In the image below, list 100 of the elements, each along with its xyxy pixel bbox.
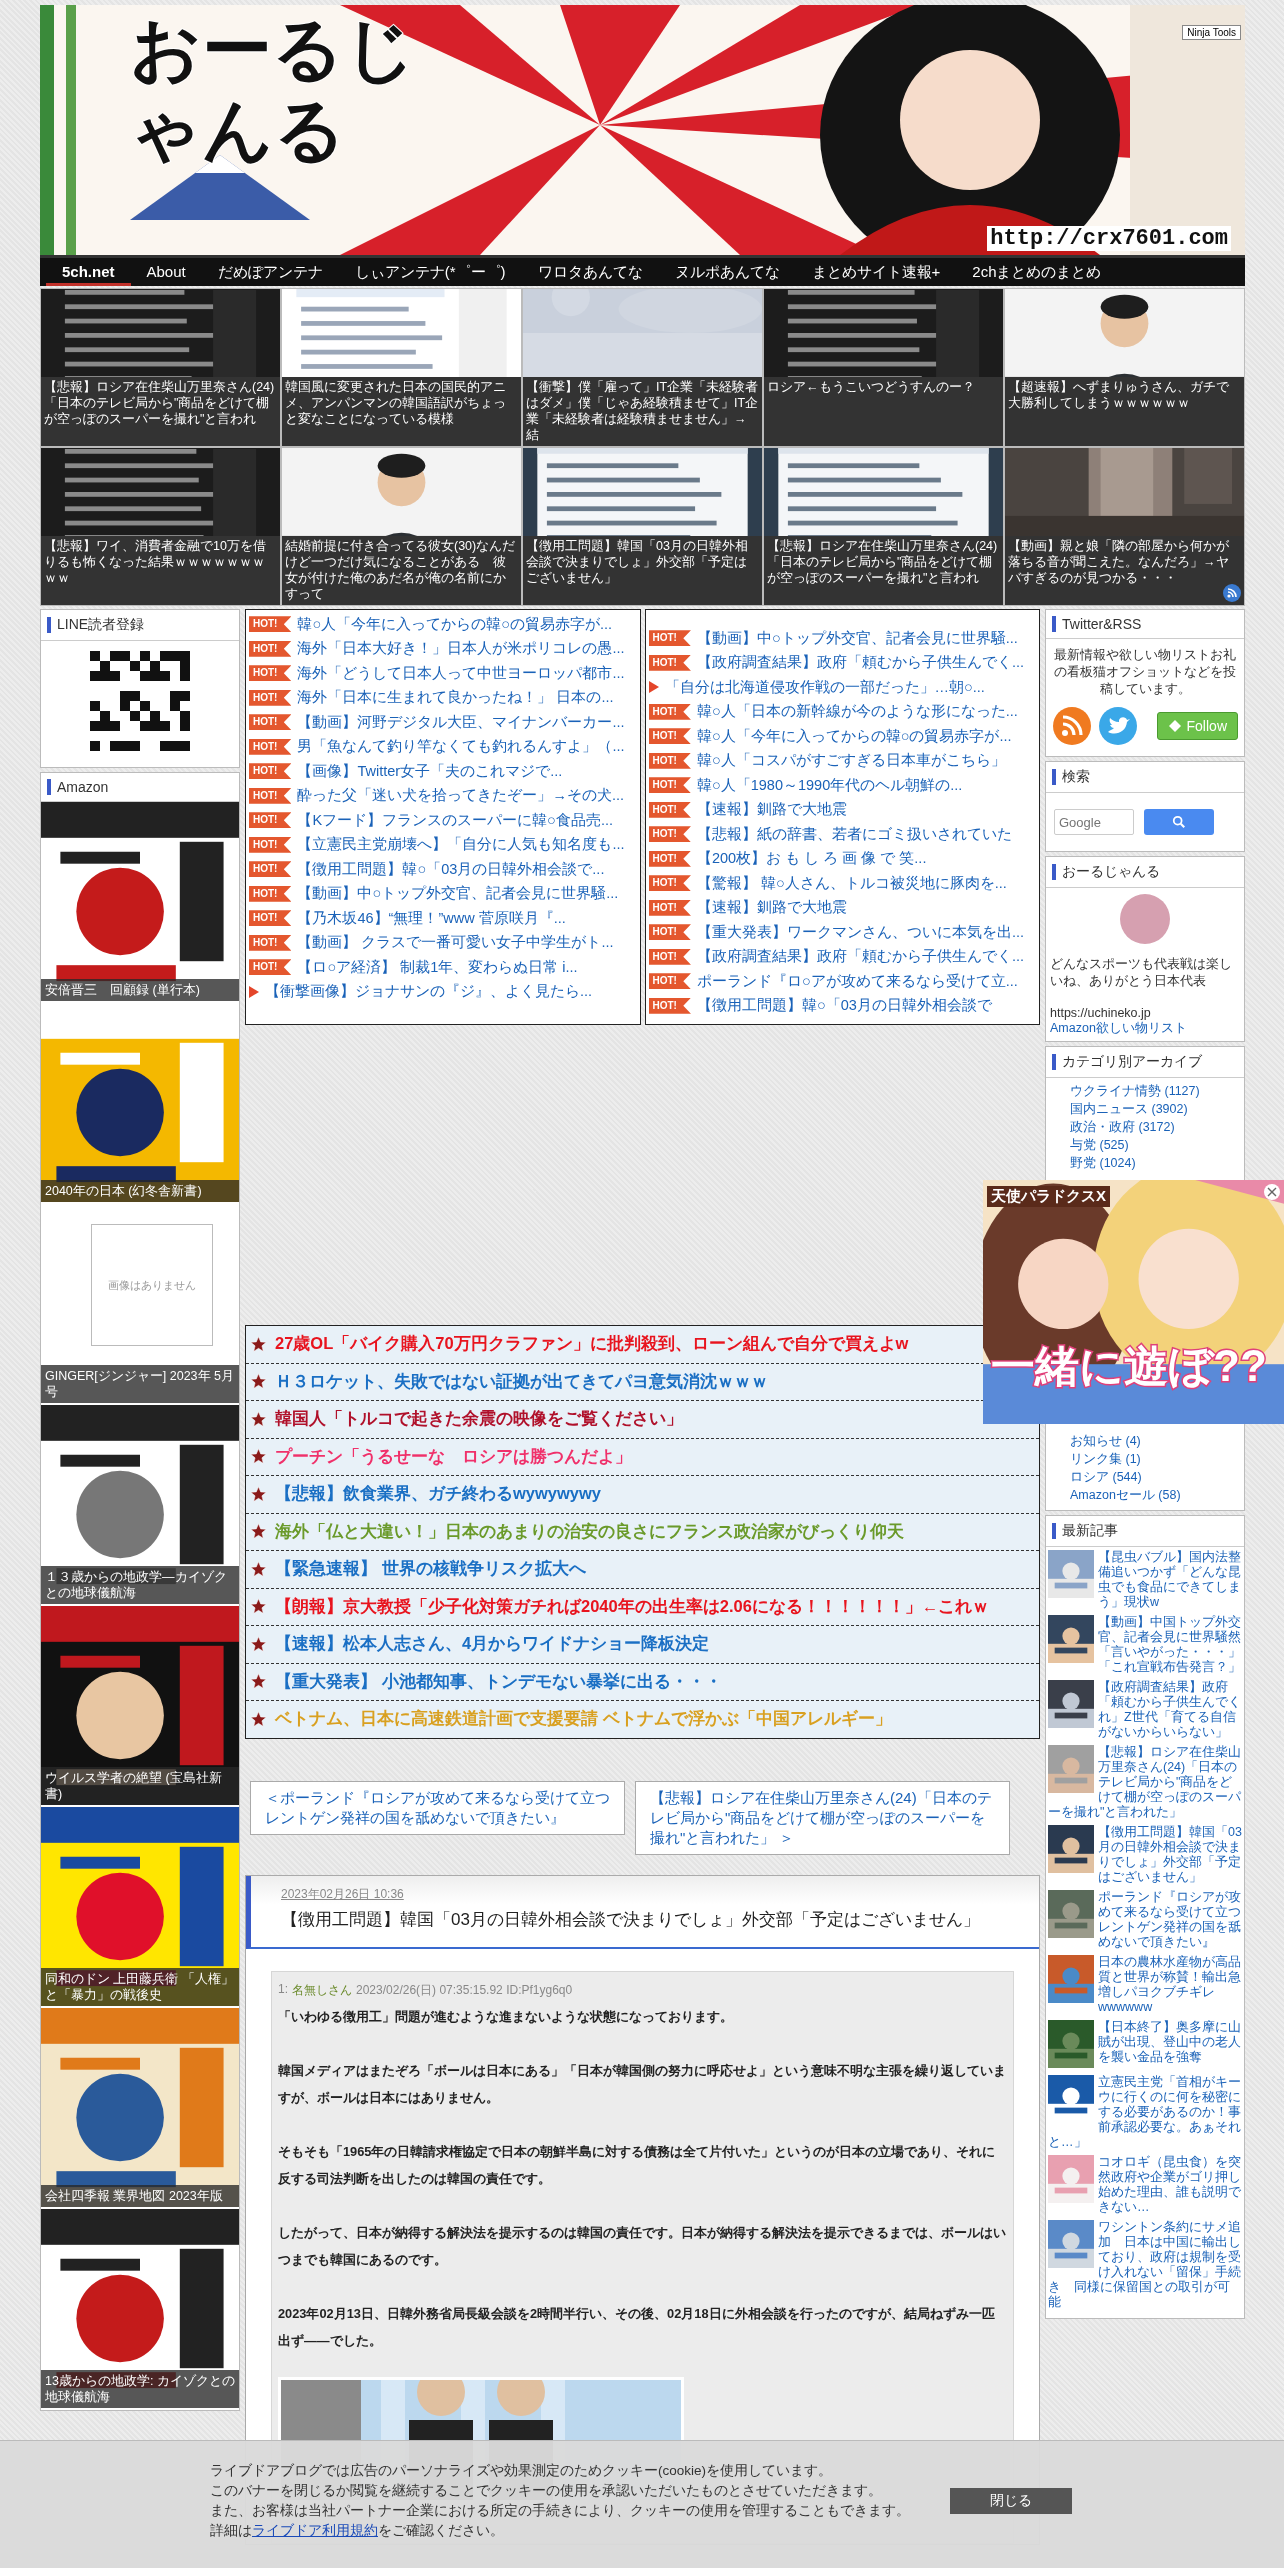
hot-badge: HOT! bbox=[648, 948, 691, 965]
hot-badge: HOT! bbox=[249, 934, 292, 951]
article-link[interactable]: 韓○人「1980～1990年代のヘル朝鮮の... bbox=[696, 775, 963, 795]
article-link[interactable]: 【徴用工問題】韓○「03月の日韓外相会談で bbox=[696, 996, 992, 1016]
nav-tab[interactable]: ワロタあんてな bbox=[521, 258, 659, 286]
article-link[interactable]: 立憲民主党「首相がキーウに行くのに何を秘密にする必要があるのか！事前承認必要な。あぁそれと…」 bbox=[1048, 2075, 1242, 2150]
article-link[interactable]: 【衝撃画像】ジョナサンの『ジ』、よく見たら... bbox=[265, 982, 593, 1002]
headline-link[interactable]: 【緊急速報】 世界の核戦争リスク拡大へ bbox=[275, 1558, 586, 1581]
article-link[interactable]: 海外「どうして日本人って中世ヨーロッパ都市... bbox=[297, 663, 625, 683]
hot-badge: HOT! bbox=[249, 738, 292, 755]
search-field[interactable]: Google bbox=[1054, 809, 1134, 835]
category-link[interactable]: ロシア (544) bbox=[1070, 1468, 1244, 1486]
article-link[interactable]: 【悲報】ロシア在住柴山万里奈さん(24)「日本のテレビ局から"商品をどけて棚が空っぽのスーパーを撮れ"と言われた」 bbox=[1048, 1745, 1242, 1820]
article-link[interactable]: 【動画】中国トップ外交官、記者会見に世界騒然「言いやがった・・・」「これ宣戦布告発言？」 bbox=[1048, 1615, 1242, 1675]
avatar bbox=[1120, 894, 1170, 944]
headline-link[interactable]: 韓国人「トルコで起きた余震の映像をご覧ください」 bbox=[275, 1408, 683, 1431]
hot-badge: HOT! bbox=[249, 910, 292, 927]
article-link[interactable]: ワシントン条約にサメ追加 日本は中国に輸出しており、政府は規制を受け入れない「留保」手続き 同様に保留国との取引が可能 bbox=[1048, 2220, 1242, 2310]
article-link[interactable]: 【動画】 クラスで一番可愛い女子中学生がト... bbox=[297, 933, 614, 953]
category-link[interactable]: Amazonセール (58) bbox=[1070, 1486, 1244, 1504]
hot-badge: HOT! bbox=[648, 826, 691, 843]
article-link[interactable]: 【200枚】お も し ろ 画 像 で 笑... bbox=[696, 849, 927, 869]
nav-tab[interactable]: だめぽアンテナ bbox=[201, 258, 339, 286]
bird-icon[interactable] bbox=[1098, 706, 1138, 746]
search-button[interactable] bbox=[1144, 809, 1214, 835]
book-title-link[interactable]: GINGER[ジンジャー] 2023年 5月号 bbox=[41, 1365, 239, 1403]
article-link[interactable]: ポーランド『ロシアが攻めて来るなら受けて立つレントゲン発祥の国を舐めないで頂きたい』 bbox=[1048, 1890, 1242, 1950]
book-title-link[interactable]: 安倍晋三 回顧録 (単行本) bbox=[41, 979, 239, 1001]
article-link[interactable]: 【乃木坂46】“無理！”www 菅原咲月『... bbox=[297, 908, 566, 928]
book-title-link[interactable]: 会社四季報 業界地図 2023年版 bbox=[41, 2185, 239, 2207]
article-link[interactable]: 海外「日本に生まれて良かったね！」 日本の... bbox=[297, 688, 614, 708]
article-link[interactable]: 【速報】釧路で大地震 bbox=[696, 898, 847, 918]
article-link[interactable]: 酔った父「迷い犬を拾ってきたぞー」→その犬... bbox=[297, 786, 625, 806]
post-paragraph: そもそも「1965年の日韓請求権協定で日本の朝鮮半島に対する債務は全て片付いた」というのが日本の立場であり、それに反する司法判断を出したのは韓国の責任です。 bbox=[278, 2142, 997, 2188]
star-icon bbox=[250, 1373, 267, 1391]
hot-badge: HOT! bbox=[249, 714, 292, 731]
headline-link[interactable]: Ｈ３ロケット、失敗ではない証拠が出てきてパヨ意気消沈ｗｗｗ bbox=[275, 1370, 768, 1393]
article-link[interactable]: 韓○人「コスパがすごすぎる日本車がこちら」 bbox=[696, 751, 1006, 771]
close-icon[interactable] bbox=[1264, 1184, 1280, 1200]
article-link[interactable]: 【動画】中○トップ外交官、記者会見に世界騒... bbox=[297, 884, 619, 904]
category-link[interactable]: ウクライナ情勢 (1127) bbox=[1070, 1082, 1244, 1100]
category-link[interactable]: 野党 (1024) bbox=[1070, 1154, 1244, 1172]
rss-icon[interactable] bbox=[1223, 584, 1241, 602]
terms-link[interactable]: ライブドア利用規約 bbox=[252, 2523, 378, 2538]
article-link[interactable]: 【動画】河野デジタル大臣、マイナンバーカー... bbox=[297, 712, 625, 732]
article-link[interactable]: 【政府調査結果】政府「頼むから子供生んでく... bbox=[696, 653, 1025, 673]
article-link[interactable]: 【徴用工問題】韓国「03月の日韓外相会談で決まりでしょ」外交部「予定はございません」 bbox=[1048, 1825, 1242, 1885]
nav-tab[interactable]: まとめサイト速報+ bbox=[795, 258, 957, 286]
article-link[interactable]: 【重大発表】ワークマンさん、ついに本気を出... bbox=[696, 922, 1025, 942]
article-link[interactable]: 【昆虫バブル】国内法整備追いつかず「どんな昆虫でも食品にできてしまう」現状w bbox=[1048, 1550, 1242, 1610]
article-link[interactable]: 【政府調査結果】政府「頼むから子供生んでくれ」Z世代「育てる自信がないからいらない」 bbox=[1048, 1680, 1242, 1740]
book-title-link[interactable]: 2040年の日本 (幻冬舎新書) bbox=[41, 1180, 239, 1202]
headline-link[interactable]: 27歳OL「バイク購入70万円クラファン」に批判殺到、ローン組んで自分で買えよw bbox=[275, 1333, 909, 1356]
hot-badge: HOT! bbox=[249, 836, 292, 853]
book-title-link[interactable]: 同和のドン 上田藤兵衛 「人権」と「暴力」の戦後史 bbox=[41, 1968, 239, 2006]
book-title-link[interactable]: ウイルス学者の絶望 (宝島社新書) bbox=[41, 1767, 239, 1805]
category-link[interactable]: お知らせ (4) bbox=[1070, 1432, 1244, 1450]
article-link[interactable]: 【画像】Twitter女子「夫のこれマジで... bbox=[297, 761, 563, 781]
article-link[interactable]: 「自分は北海道侵攻作戦の一部だった」…朝○... bbox=[664, 677, 985, 697]
headline-link[interactable]: プーチン「うるせーな ロシアは勝つんだよ」 bbox=[275, 1445, 632, 1468]
category-link[interactable]: 与党 (525) bbox=[1070, 1136, 1244, 1154]
article-link[interactable]: 【立憲民主党崩壊へ】「自分に人気も知名度も... bbox=[297, 835, 625, 855]
article-link[interactable]: 韓○人「今年に入ってからの韓○の貿易赤字が... bbox=[696, 726, 1012, 746]
nav-tab[interactable]: 2chまとめのまとめ bbox=[956, 258, 1118, 286]
book-title-link[interactable]: 13歳からの地政学: カイゾクとの地球儀航海 bbox=[41, 2370, 239, 2408]
article-link[interactable]: 【ロ○ア経済】 制裁1年、変わらぬ日常 i... bbox=[297, 957, 578, 977]
article-link[interactable]: 【政府調査結果】政府「頼むから子供生んでく... bbox=[696, 947, 1025, 967]
close-button[interactable]: 閉じる bbox=[950, 2488, 1072, 2514]
headline-link[interactable]: 【悲報】飲食業界、ガチ終わるwywywywy bbox=[275, 1483, 602, 1506]
hot-badge: HOT! bbox=[648, 801, 691, 818]
article-link[interactable]: 【徴用工問題】韓○「03月の日韓外相会談で... bbox=[297, 859, 605, 879]
article-link[interactable]: 【悲報】紙の辞書、若者にゴミ扱いされていた bbox=[696, 824, 1012, 844]
nav-tab[interactable]: About bbox=[130, 258, 202, 286]
article-link[interactable]: 韓○人「今年に入ってからの韓○の貿易赤字が... bbox=[297, 614, 613, 634]
article-link[interactable]: 日本の農林水産物が高品質と世界が称賛！輸出急増しパヨクブチギレwwwwww bbox=[1048, 1955, 1242, 2015]
article-link[interactable]: 【驚報】 韓○人さん、トルコ被災地に豚肉を... bbox=[696, 873, 1007, 893]
article-link[interactable]: 海外「日本大好き！」日本人が米ポリコレの愚... bbox=[297, 639, 625, 659]
nav-tab[interactable]: しぃアンテナ(*゜ー゜) bbox=[338, 258, 522, 286]
headline-link[interactable]: 【朗報】京大教授「少子化対策ガチれば2040年の出生率は2.06になる！！！！！！」←これｗ bbox=[275, 1595, 990, 1618]
category-link[interactable]: 国内ニュース (3902) bbox=[1070, 1100, 1244, 1118]
article-link[interactable]: 【Kフード】フランスのスーパーに韓○食品売... bbox=[297, 810, 613, 830]
section-heading: おーるじゃんる bbox=[1046, 857, 1244, 888]
ninja-tools-badge[interactable]: Ninja Tools bbox=[1182, 25, 1241, 40]
book-title-link[interactable]: １３歳からの地政学―カイゾクとの地球儀航海 bbox=[41, 1566, 239, 1604]
star-icon bbox=[250, 1410, 267, 1428]
headline-link[interactable]: 【重大発表】 小池都知事、トンデモない暴挙に出る・・・ bbox=[275, 1670, 722, 1693]
previous-article-link[interactable]: ＜ポーランド『ロシアが攻めて来るなら受けて立つレントゲン発祥の国を舐めないで頂きたい』 bbox=[250, 1780, 625, 1835]
article-link[interactable]: 【速報】釧路で大地震 bbox=[696, 800, 847, 820]
next-article-link[interactable]: 【悲報】ロシア在住柴山万里奈さん(24)「日本のテレビ局から"商品をどけて棚が空っぽのスーパーを撮れ"と言われた」 ＞ bbox=[635, 1780, 1010, 1855]
headline-link[interactable]: 【速報】松本人志さん、4月からワイドナショー降板決定 bbox=[275, 1633, 710, 1656]
article-link[interactable]: コオロギ（昆虫食）を突然政府や企業がゴリ押し始めた理由、誰も説明できない… bbox=[1048, 2155, 1242, 2215]
article-link[interactable]: 【動画】中○トップ外交官、記者会見に世界騒... bbox=[696, 628, 1018, 648]
category-link[interactable]: 政治・政府 (3172) bbox=[1070, 1118, 1244, 1136]
category-link[interactable]: リンク集 (1) bbox=[1070, 1450, 1244, 1468]
wishlist-link[interactable]: Amazon欲しい物リスト bbox=[1046, 1020, 1244, 1041]
article-link[interactable]: 【日本終了】奥多摩に山賊が出現、登山中の老人を襲い金品を強奪 bbox=[1048, 2020, 1242, 2065]
article-link[interactable]: 韓○人「日本の新幹線が今のような形になった... bbox=[696, 702, 1018, 722]
article-link[interactable]: ポーランド『ロ○アが攻めて来るなら受けて立... bbox=[696, 971, 1018, 991]
nav-tab[interactable]: ヌルポあんてな bbox=[658, 258, 796, 286]
article-link[interactable]: 男「魚なんて釣り竿なくても釣れるんすよ」（... bbox=[297, 737, 625, 757]
